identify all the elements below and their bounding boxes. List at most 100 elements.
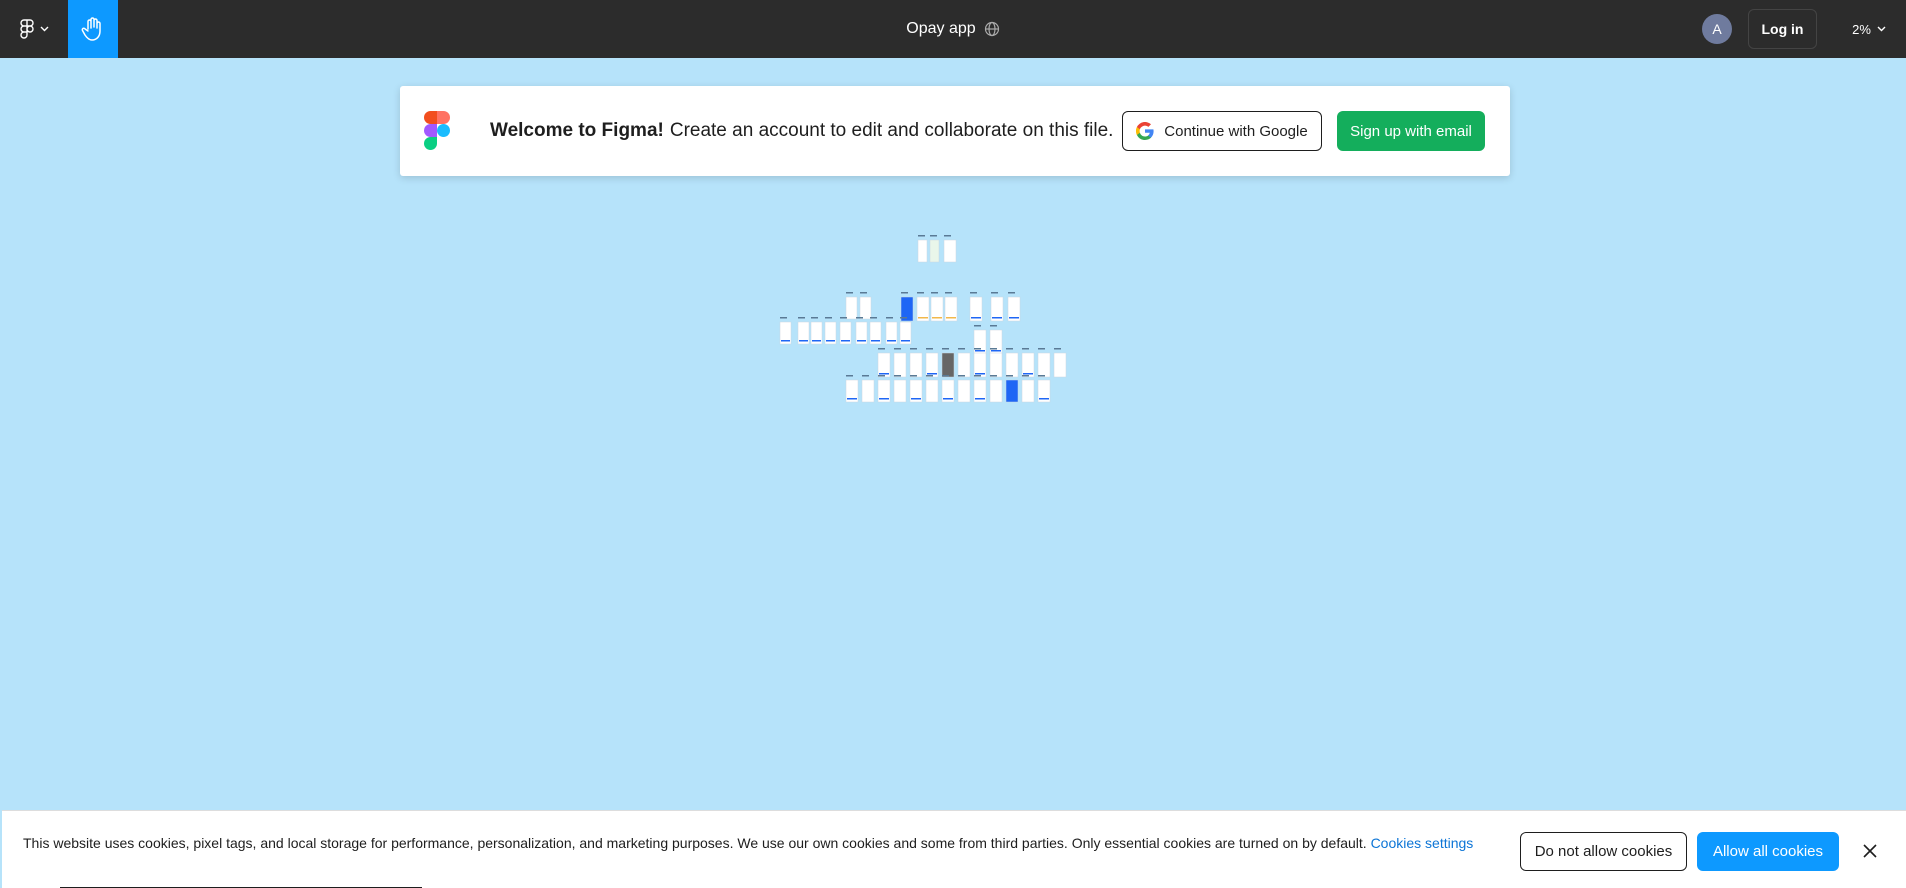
frame-thumbnail-bar	[799, 340, 808, 342]
frame-label	[942, 375, 949, 377]
frame-thumbnail-bar	[1009, 317, 1019, 319]
frame-thumbnail-bar	[812, 340, 821, 342]
frame-thumbnail-bar	[1039, 398, 1049, 400]
frame-label	[974, 348, 981, 350]
frame-thumbnail-bar	[901, 340, 910, 342]
frame-thumbnail-bar	[911, 398, 921, 400]
frame-thumbnail	[989, 379, 1003, 403]
frame-thumbnail	[810, 321, 823, 345]
frame-thumbnail-bar	[1007, 398, 1017, 400]
hand-tool-button[interactable]	[68, 0, 118, 58]
figma-color-logo-icon	[424, 111, 450, 150]
frame-thumbnail	[1037, 379, 1051, 403]
frame-label	[1054, 348, 1061, 350]
frame-thumbnail-bar	[991, 350, 1001, 352]
frame-thumbnail	[925, 379, 939, 403]
do-not-allow-cookies-button[interactable]: Do not allow cookies	[1520, 832, 1687, 871]
frame-label	[974, 325, 981, 327]
frame-thumbnail-bar	[887, 340, 896, 342]
frame-thumbnail	[941, 379, 955, 403]
frame-label	[926, 375, 933, 377]
frame-label	[990, 375, 997, 377]
frame-label	[870, 317, 877, 319]
close-icon	[1863, 844, 1877, 858]
avatar[interactable]: A	[1702, 14, 1732, 44]
chevron-down-icon	[40, 26, 48, 32]
frame-label	[991, 292, 998, 294]
frame-label	[825, 317, 832, 319]
frame-thumbnail	[1005, 379, 1019, 403]
continue-with-google-button[interactable]: Continue with Google	[1122, 111, 1322, 151]
frame-thumbnail-bar	[841, 340, 850, 342]
frame-thumbnail	[1007, 296, 1021, 322]
frame-thumbnail	[973, 329, 987, 355]
frame-thumbnail	[929, 239, 940, 263]
cookie-message: This website uses cookies, pixel tags, a…	[23, 833, 1503, 853]
zoom-dropdown[interactable]: 2%	[1840, 9, 1898, 49]
frame-thumbnail	[925, 352, 939, 378]
welcome-heading: Welcome to Figma!	[490, 120, 664, 141]
chevron-down-icon	[1877, 26, 1886, 32]
allow-all-cookies-button[interactable]: Allow all cookies	[1697, 832, 1839, 871]
frame-label	[917, 292, 924, 294]
frame-thumbnail-bar	[971, 317, 981, 319]
frame-thumbnail	[797, 321, 810, 345]
frame-thumbnail-bar	[975, 350, 985, 352]
frame-thumbnail-bar	[857, 340, 866, 342]
file-title-area: Opay app	[0, 0, 1906, 58]
frame-thumbnail	[845, 379, 859, 403]
frame-thumbnail	[990, 296, 1004, 322]
frame-thumbnail	[839, 321, 852, 345]
frame-thumbnail	[869, 321, 882, 345]
frame-thumbnail	[877, 379, 891, 403]
top-toolbar: Opay app A Log in 2%	[0, 0, 1906, 58]
frame-thumbnail	[1021, 352, 1035, 378]
cookies-settings-link[interactable]: Cookies settings	[1371, 835, 1474, 851]
frame-label	[1022, 375, 1029, 377]
frame-label	[901, 292, 908, 294]
frame-thumbnail	[909, 352, 923, 378]
frame-label	[990, 348, 997, 350]
frame-thumbnail	[916, 296, 930, 322]
frame-thumbnail	[900, 296, 914, 322]
main-menu-button[interactable]	[8, 8, 60, 50]
frame-label	[780, 317, 787, 319]
frame-label	[918, 235, 925, 237]
frame-thumbnail	[861, 379, 875, 403]
file-title[interactable]: Opay app	[906, 20, 975, 38]
sign-up-with-email-button[interactable]: Sign up with email	[1337, 111, 1485, 151]
frame-thumbnail-bar	[826, 340, 835, 342]
frame-thumbnail-bar	[927, 373, 937, 375]
frame-label	[910, 348, 917, 350]
frame-thumbnail	[899, 321, 912, 345]
frame-thumbnail	[973, 352, 987, 378]
frame-thumbnail-bar	[847, 398, 857, 400]
frame-thumbnail	[941, 352, 955, 378]
frame-label	[990, 325, 997, 327]
frame-thumbnail	[973, 379, 987, 403]
frame-label	[856, 317, 863, 319]
frame-thumbnail	[969, 296, 983, 322]
cookie-banner: This website uses cookies, pixel tags, a…	[2, 810, 1906, 888]
frame-thumbnail-bar	[871, 340, 880, 342]
frame-label	[931, 292, 938, 294]
cookie-description: This website uses cookies, pixel tags, a…	[23, 835, 1371, 851]
google-g-icon	[1136, 122, 1154, 140]
frame-thumbnail	[824, 321, 837, 345]
zoom-level: 2%	[1852, 21, 1871, 37]
globe-icon	[984, 21, 999, 37]
hand-icon	[81, 17, 101, 41]
frame-thumbnail	[779, 321, 792, 345]
welcome-banner: Welcome to Figma! Create an account to e…	[400, 86, 1510, 176]
cookie-close-button[interactable]	[1858, 839, 1882, 863]
frame-label	[930, 235, 937, 237]
frame-thumbnail	[957, 352, 971, 378]
frame-label	[958, 348, 965, 350]
frame-label	[1006, 348, 1013, 350]
frame-label	[926, 348, 933, 350]
frame-label	[944, 235, 951, 237]
frame-thumbnail-bar	[781, 340, 790, 342]
frame-label	[942, 348, 949, 350]
frame-label	[1038, 375, 1045, 377]
log-in-button[interactable]: Log in	[1748, 9, 1817, 49]
